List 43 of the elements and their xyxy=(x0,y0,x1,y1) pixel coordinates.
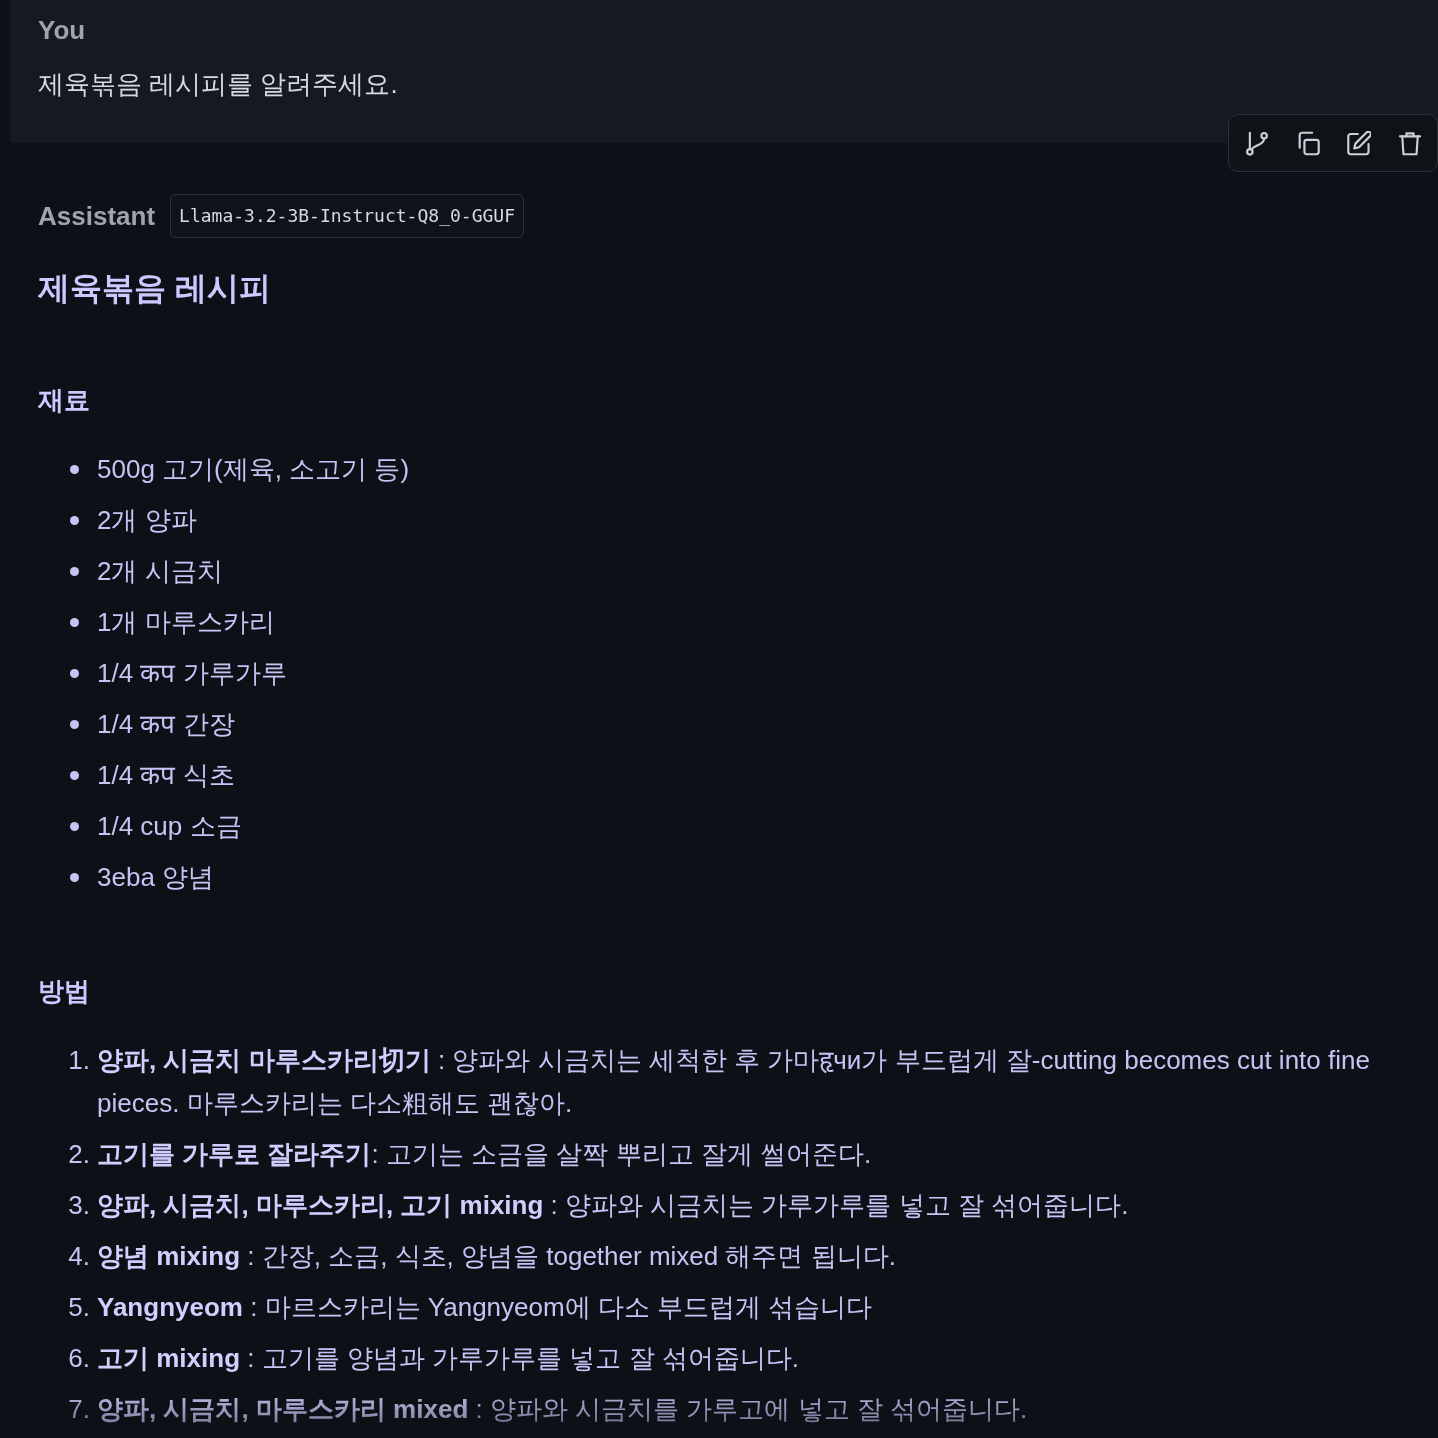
list-item-text: 1개 마루스카리 xyxy=(97,606,276,639)
model-name-tag: Llama-3.2-3B-Instruct-Q8_0-GGUF xyxy=(170,194,524,238)
list-item-text: 2개 양파 xyxy=(97,504,198,537)
list-number: 7. xyxy=(68,1393,90,1426)
message-text: 제육볶음 레시피를 알려주세요. xyxy=(38,68,399,101)
list-number: 2. xyxy=(68,1138,90,1171)
bullet-icon xyxy=(70,873,79,882)
author-name: You xyxy=(38,14,87,47)
list-number: 4. xyxy=(68,1240,90,1273)
list-number: 3. xyxy=(68,1189,90,1222)
edit-icon xyxy=(1347,130,1371,156)
list-item-text: 500g 고기(제육, 소고기 등) xyxy=(97,453,411,486)
author-name: Assistant xyxy=(38,200,156,233)
list-item-text: 양파, 시금치, 마루스카리 mixed : 양파와 시금치를 가루고에 넣고 잘 섞어줍니다. xyxy=(97,1393,1029,1426)
list-item-text: 1/4 कप 간장 xyxy=(97,708,236,741)
list-item-text: 고기 mixing : 고기를 양념과 가루가루를 넣고 잘 섞어줍니다. xyxy=(97,1342,801,1375)
list-item-text: Yangnyeom : 마르스카리는 Yangnyeom에 다소 부드럽게 섞습니다 xyxy=(97,1291,874,1324)
list-item-text: 양파, 시금치, 마루스카리, 고기 mixing : 양파와 시금치는 가루가루를 넣고 잘 섞어줍니다. xyxy=(97,1189,1130,1222)
bullet-icon xyxy=(70,720,79,729)
bullet-icon xyxy=(70,771,79,780)
bullet-icon xyxy=(70,516,79,525)
list-item-text: 3eba 양념 xyxy=(97,861,216,894)
list-number: 6. xyxy=(68,1342,90,1375)
section-heading: 방법 xyxy=(38,975,91,1008)
list-item-text: 고기를 가루로 잘라주기: 고기는 소금을 살짝 뿌리고 잘게 썰어준다. xyxy=(97,1138,873,1171)
section-heading: 재료 xyxy=(38,384,91,417)
list-item-text: 양파, 시금치 마루스카리切기 : 양파와 시금치는 세척한 후 가마हृчи가 부드럽게 잘-cutting becomes cut into fine pieces. 마루스카리는 다소粗해도 괜찮아. xyxy=(97,1044,1371,1120)
list-number: 1. xyxy=(68,1044,90,1077)
bullet-icon xyxy=(70,567,79,576)
bullet-icon xyxy=(70,669,79,678)
list-item-text: 1/4 cup 소금 xyxy=(97,810,243,843)
bullet-icon xyxy=(70,822,79,831)
list-item-text: 1/4 कप 식초 xyxy=(97,759,236,792)
bullet-icon xyxy=(70,465,79,474)
list-item-text: 양념 mixing : 간장, 소금, 식초, 양념을 together mixed 해주면 됩니다. xyxy=(97,1240,897,1273)
list-number: 5. xyxy=(68,1291,90,1324)
response-heading: 제육볶음 레시피 xyxy=(38,269,272,308)
branch-icon xyxy=(1245,130,1269,156)
list-item-text: 2개 시금치 xyxy=(97,555,224,588)
list-item-text: 1/4 कप 가루가루 xyxy=(97,657,288,690)
trash-icon xyxy=(1398,130,1422,156)
bullet-icon xyxy=(70,618,79,627)
copy-icon xyxy=(1296,130,1320,156)
